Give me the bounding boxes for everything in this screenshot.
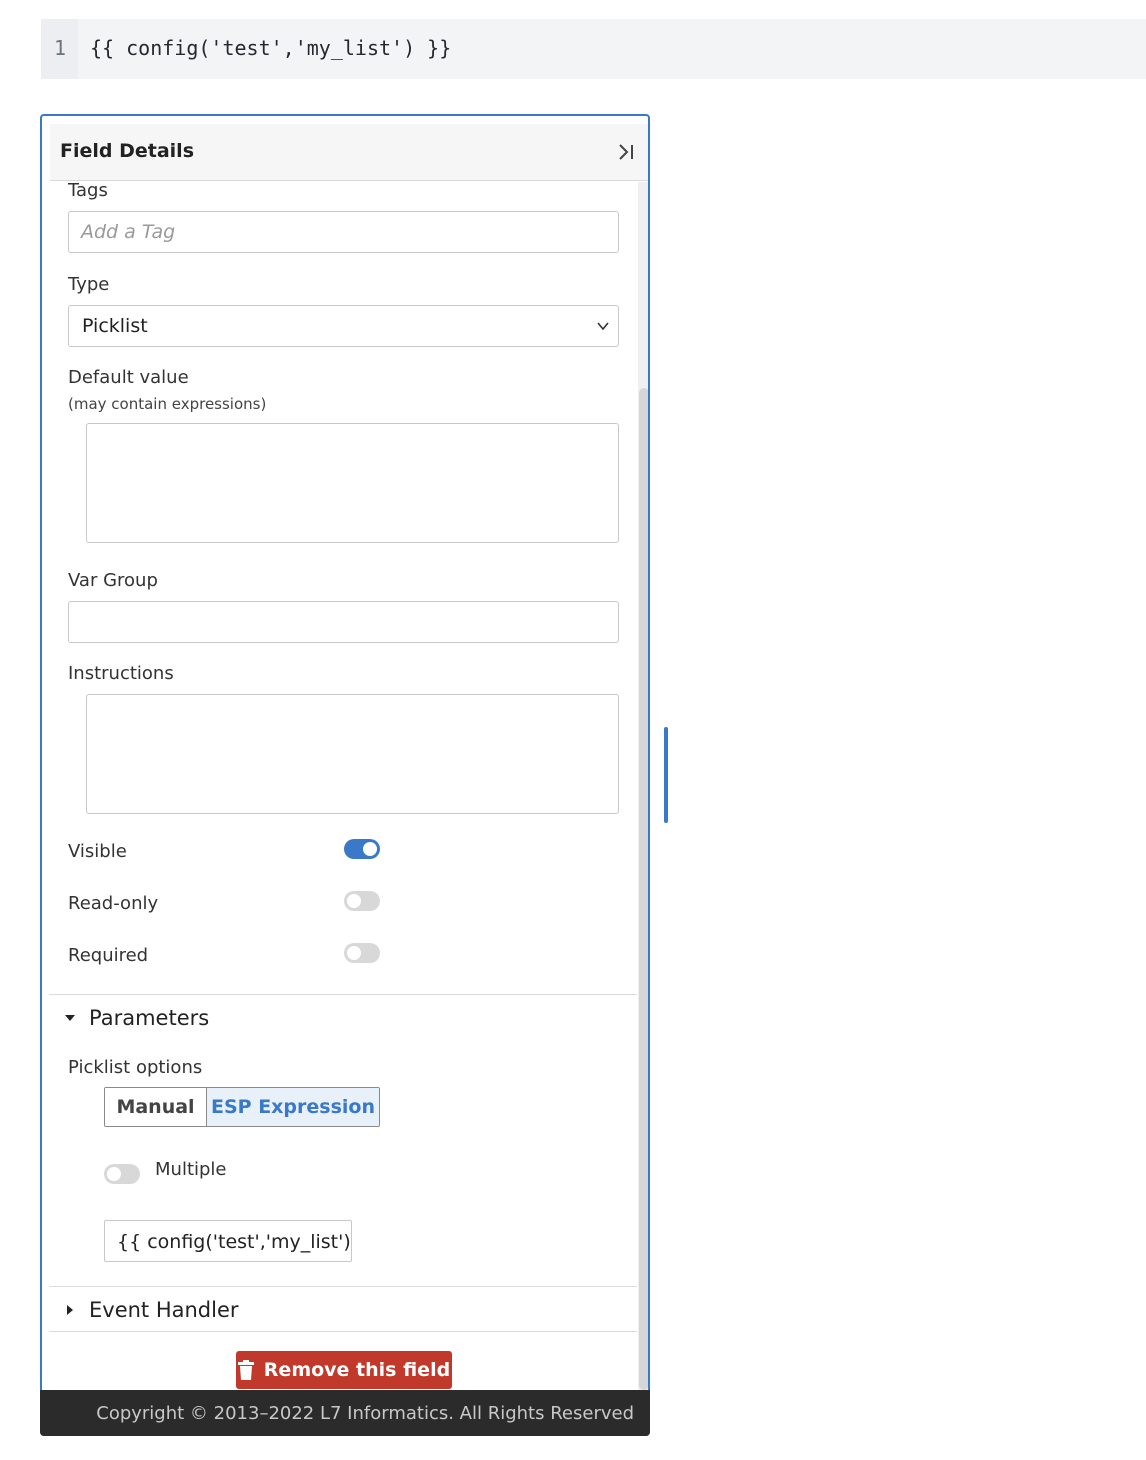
type-select[interactable]: Picklist	[68, 305, 619, 347]
picklist-source-segmented-control: Manual ESP Expression	[104, 1087, 380, 1127]
parameters-section-title[interactable]: Parameters	[89, 1006, 209, 1030]
remove-field-button[interactable]: Remove this field	[236, 1351, 452, 1389]
scrollbar-thumb[interactable]	[639, 388, 648, 1390]
line-number: 1	[54, 36, 67, 60]
default-value-textarea[interactable]	[86, 423, 619, 543]
trash-icon	[237, 1360, 254, 1380]
section-divider	[49, 1331, 637, 1332]
caret-right-icon[interactable]	[64, 1304, 76, 1316]
panel-title: Field Details	[60, 140, 195, 162]
footer: Copyright © 2013–2022 L7 Informatics. Al…	[40, 1390, 650, 1436]
caret-down-icon[interactable]	[64, 1012, 76, 1024]
toggle-knob	[347, 894, 361, 908]
multiple-label: Multiple	[155, 1159, 227, 1180]
toggle-knob	[363, 842, 377, 856]
picklist-options-label: Picklist options	[68, 1057, 203, 1078]
multiple-toggle[interactable]	[104, 1164, 140, 1184]
manual-segment-button[interactable]: Manual	[105, 1088, 207, 1126]
esp-expression-value: {{ config('test','my_list') }}	[117, 1231, 351, 1253]
code-editor[interactable]: 1 {{ config('test','my_list') }}	[41, 19, 1146, 79]
default-value-sublabel: (may contain expressions)	[68, 395, 267, 413]
tags-input[interactable]: Add a Tag	[68, 211, 619, 253]
chevron-down-icon	[597, 322, 609, 331]
required-label: Required	[68, 945, 149, 966]
line-gutter: 1	[41, 19, 78, 79]
required-toggle[interactable]	[344, 943, 380, 963]
instructions-textarea[interactable]	[86, 694, 619, 814]
collapse-right-icon[interactable]	[614, 140, 638, 164]
panel-header: Field Details	[50, 124, 648, 181]
read-only-toggle[interactable]	[344, 891, 380, 911]
panel-resize-handle[interactable]	[664, 727, 668, 823]
read-only-label: Read-only	[68, 893, 159, 914]
visible-toggle[interactable]	[344, 839, 380, 859]
type-label: Type	[68, 274, 110, 295]
toggle-knob	[107, 1167, 121, 1181]
toggle-knob	[347, 946, 361, 960]
esp-expression-input[interactable]: {{ config('test','my_list') }}	[104, 1220, 352, 1262]
type-select-value: Picklist	[82, 315, 148, 337]
esp-expression-segment-button[interactable]: ESP Expression	[207, 1088, 379, 1126]
section-divider	[49, 1286, 637, 1287]
section-divider	[49, 994, 637, 995]
tags-label: Tags	[68, 180, 108, 201]
var-group-input[interactable]	[68, 601, 619, 643]
var-group-label: Var Group	[68, 570, 158, 591]
event-handler-section-title[interactable]: Event Handler	[89, 1298, 239, 1322]
copyright-text: Copyright © 2013–2022 L7 Informatics. Al…	[96, 1403, 634, 1424]
visible-label: Visible	[68, 841, 127, 862]
code-line[interactable]: {{ config('test','my_list') }}	[90, 36, 451, 60]
remove-field-label: Remove this field	[263, 1359, 451, 1381]
tags-placeholder: Add a Tag	[81, 221, 176, 243]
default-value-label: Default value	[68, 367, 189, 388]
instructions-label: Instructions	[68, 663, 174, 684]
